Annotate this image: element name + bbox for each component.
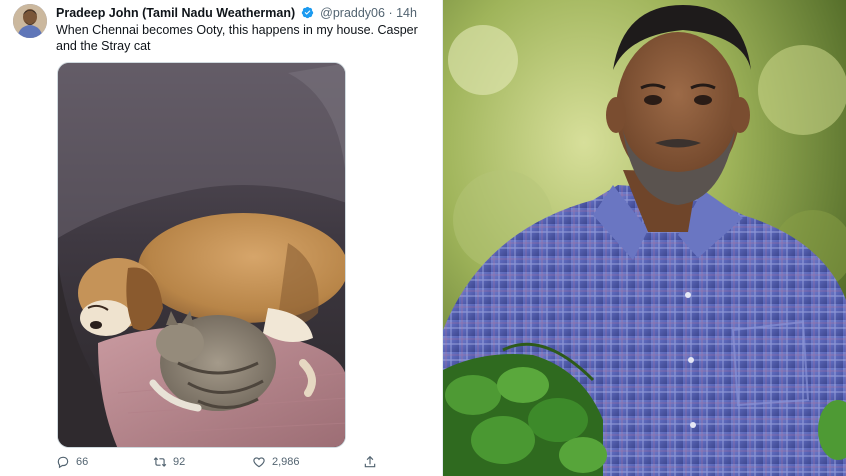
tweet-card: Pradeep John (Tamil Nadu Weatherman) @pr… xyxy=(0,0,443,476)
reply-count: 66 xyxy=(76,456,89,468)
tweet-actions: 66 92 2,986 xyxy=(0,455,443,473)
tweet-header: Pradeep John (Tamil Nadu Weatherman) @pr… xyxy=(56,5,417,21)
timestamp[interactable]: 14h xyxy=(396,6,417,20)
share-button[interactable] xyxy=(363,455,377,469)
share-icon xyxy=(364,455,376,468)
retweet-count: 92 xyxy=(173,456,186,468)
like-count: 2,986 xyxy=(272,456,300,468)
retweet-icon xyxy=(153,457,167,467)
display-name[interactable]: Pradeep John (Tamil Nadu Weatherman) xyxy=(56,6,295,20)
handle[interactable]: @praddy06 xyxy=(320,6,385,20)
avatar[interactable] xyxy=(13,4,47,38)
retweet-button[interactable]: 92 xyxy=(153,455,185,469)
like-button[interactable]: 2,986 xyxy=(252,455,300,469)
man-portrait-image xyxy=(443,0,846,476)
tweet-photo[interactable] xyxy=(57,62,346,448)
reply-button[interactable]: 66 xyxy=(56,455,88,469)
dog-and-cat-photo xyxy=(58,63,345,447)
heart-icon xyxy=(253,457,265,468)
tweet-text: When Chennai becomes Ooty, this happens … xyxy=(56,23,418,53)
portrait-photo xyxy=(443,0,846,476)
separator: · xyxy=(388,6,393,20)
verified-badge-icon xyxy=(301,6,313,19)
reply-icon xyxy=(57,456,69,469)
